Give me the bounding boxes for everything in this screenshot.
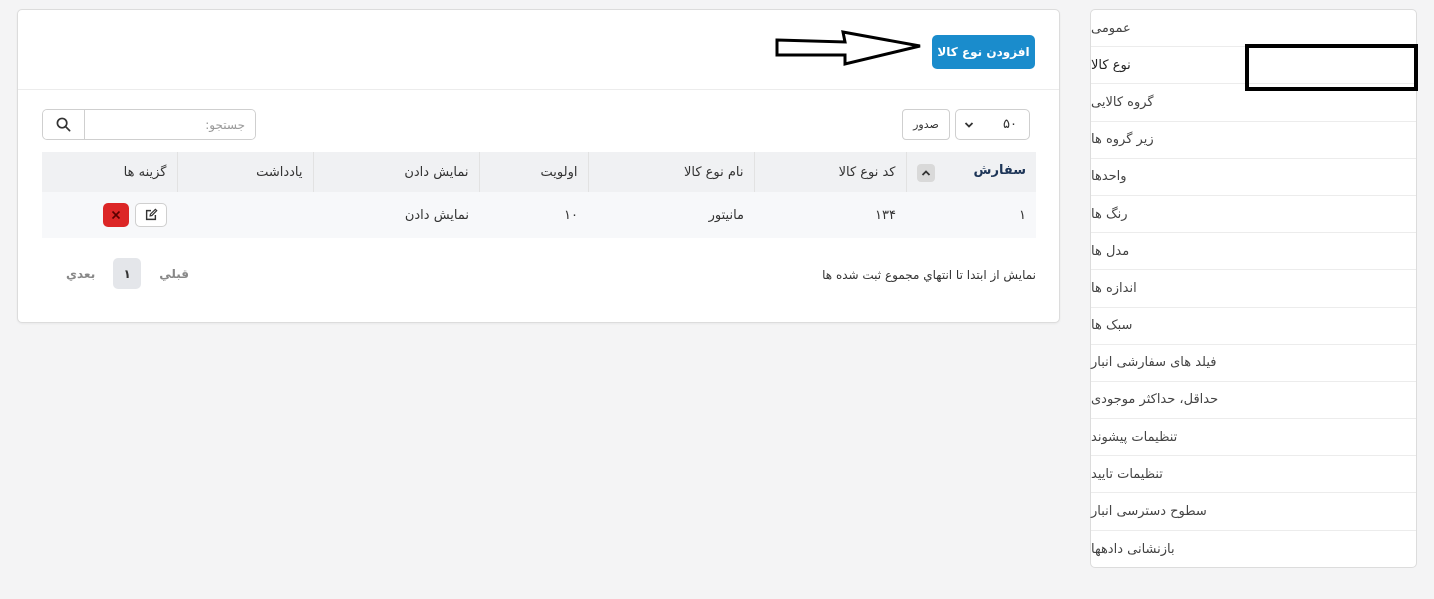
sort-ascending-icon[interactable]: [916, 163, 935, 182]
sidebar-item-label: سطوح دسترسی انبار: [1091, 504, 1207, 520]
sidebar-item-label: گروه کالایی: [1091, 94, 1154, 110]
close-icon: [111, 210, 121, 220]
column-header-order[interactable]: سفارش: [905, 152, 1036, 192]
pagination-current-page[interactable]: ۱: [113, 258, 142, 289]
sidebar-item-label: اندازه ها: [1091, 280, 1137, 296]
sidebar-item-min-max-stock[interactable]: حداقل، حداکثر موجودی: [1091, 382, 1416, 420]
search-icon: [56, 117, 71, 132]
pagination: بعدي ۱ قبلي: [66, 258, 189, 289]
sidebar-item-prefix-settings[interactable]: تنظیمات پیشوند: [1091, 419, 1416, 457]
column-header-note[interactable]: یادداشت: [176, 152, 313, 192]
annotation-highlight-box: [1245, 44, 1418, 91]
sidebar-item-custom-fields[interactable]: فیلد های سفارشی انبار: [1091, 345, 1416, 382]
column-header-display[interactable]: نمایش دادن: [312, 152, 479, 192]
cell-priority: ۱۰: [479, 192, 588, 238]
annotation-arrow-icon: [775, 30, 921, 66]
column-header-options: گزینه ها: [42, 152, 177, 192]
cell-display: نمایش دادن: [313, 192, 479, 238]
settings-sidebar: عمومی نوع کالا گروه کالایی زیر گروه ها و…: [1090, 9, 1417, 568]
sidebar-item-reset-data[interactable]: بازنشانی دادهها: [1091, 531, 1416, 568]
table-info-text: نمایش از ابتدا تا انتهاي مجموع ثبت شده ه…: [822, 268, 1036, 282]
sidebar-item-label: عمومی: [1091, 20, 1131, 36]
search-input[interactable]: [85, 110, 255, 139]
sidebar-item-sizes[interactable]: اندازه ها: [1091, 270, 1416, 308]
add-product-type-button[interactable]: افزودن نوع کالا: [932, 35, 1035, 69]
product-types-table: سفارش کد نوع کالا نام نوع کالا اولویت نم…: [42, 152, 1036, 238]
sidebar-item-label: بازنشانی دادهها: [1091, 541, 1175, 557]
cell-order: ۱: [906, 192, 1036, 238]
sidebar-item-label: فیلد های سفارشی انبار: [1091, 355, 1217, 371]
export-button[interactable]: صدور: [902, 109, 950, 140]
pagination-next[interactable]: بعدي: [66, 267, 95, 281]
sidebar-item-label: نوع کالا: [1091, 57, 1131, 73]
cell-note: [177, 192, 313, 238]
sidebar-item-label: تنظیمات تایید: [1091, 466, 1163, 482]
sidebar-item-access-levels[interactable]: سطوح دسترسی انبار: [1091, 493, 1416, 531]
sidebar-item-styles[interactable]: سبک ها: [1091, 308, 1416, 345]
sidebar-item-label: سبک ها: [1091, 318, 1133, 334]
sidebar-item-subgroups[interactable]: زیر گروه ها: [1091, 122, 1416, 159]
sidebar-item-general[interactable]: عمومی: [1091, 10, 1416, 48]
card-header: افزودن نوع کالا: [18, 10, 1059, 90]
page-size-select[interactable]: ۵۰: [955, 109, 1030, 140]
cell-code: ۱۳۴: [754, 192, 906, 238]
sidebar-item-label: حداقل، حداکثر موجودی: [1091, 392, 1219, 408]
chevron-down-icon: [964, 121, 974, 128]
pagination-previous[interactable]: قبلي: [159, 267, 189, 281]
main-card: افزودن نوع کالا صدور ۵۰ سفارش: [17, 9, 1060, 323]
column-header-name[interactable]: نام نوع کالا: [587, 152, 754, 192]
edit-icon: [145, 208, 158, 221]
sidebar-item-colors[interactable]: رنگ ها: [1091, 196, 1416, 234]
cell-name: مانیتور: [588, 192, 754, 238]
table-row: ۱ ۱۳۴ مانیتور ۱۰ نمایش دادن: [42, 192, 1036, 238]
column-header-priority[interactable]: اولویت: [478, 152, 588, 192]
sidebar-item-label: مدل ها: [1091, 243, 1130, 259]
column-header-code[interactable]: کد نوع کالا: [753, 152, 906, 192]
page-size-value: ۵۰: [1003, 117, 1017, 132]
delete-button[interactable]: [103, 203, 129, 227]
edit-button[interactable]: [135, 203, 167, 227]
sidebar-item-label: زیر گروه ها: [1091, 132, 1154, 148]
sidebar-item-label: تنظیمات پیشوند: [1091, 429, 1178, 445]
sidebar-item-units[interactable]: واحدها: [1091, 159, 1416, 196]
cell-options: [42, 192, 177, 238]
sidebar-item-models[interactable]: مدل ها: [1091, 233, 1416, 271]
sidebar-item-label: واحدها: [1091, 169, 1127, 185]
sidebar-item-label: رنگ ها: [1091, 206, 1128, 222]
sidebar-item-approval-settings[interactable]: تنظیمات تایید: [1091, 456, 1416, 494]
search-button[interactable]: [43, 110, 85, 139]
search-box: [42, 109, 256, 140]
